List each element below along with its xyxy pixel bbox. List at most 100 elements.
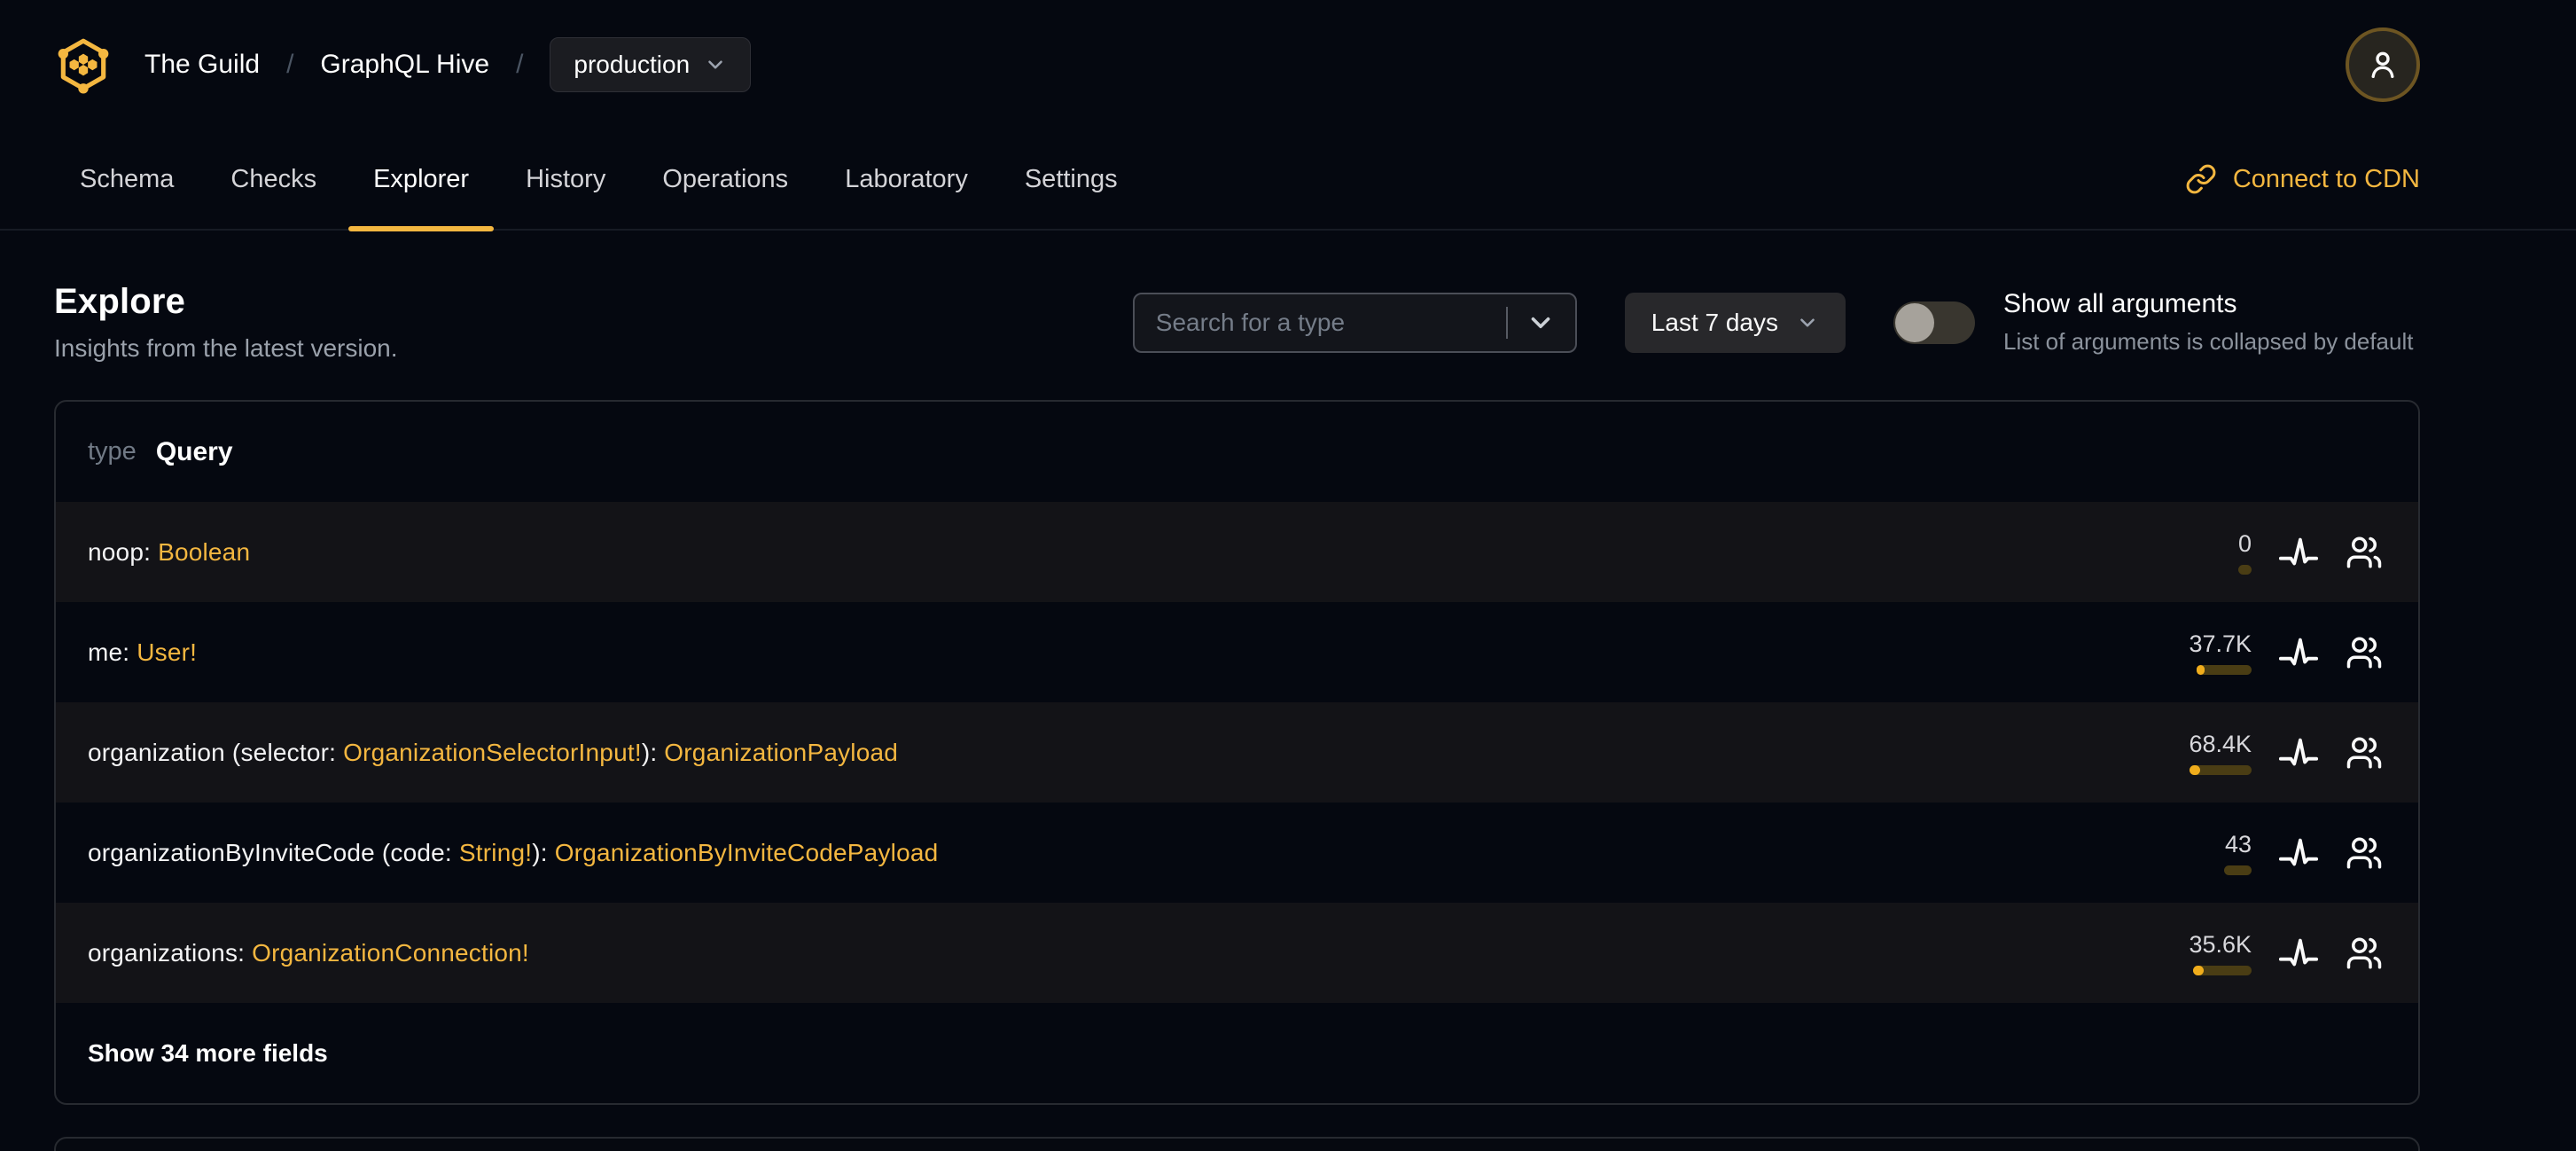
field-consumers-icon[interactable] [2346,935,2383,972]
breadcrumb-project[interactable]: GraphQL Hive [320,50,489,80]
field-row[interactable]: me: User! 37.7K [56,602,2418,702]
field-stats: 35.6K [2133,931,2383,975]
arg-name: selector: [240,738,344,766]
main-content: Explore Insights from the latest version… [54,231,2420,1151]
tab-label: Operations [662,164,789,193]
usage-bar [2238,564,2252,575]
type-search-input[interactable] [1134,294,1575,351]
usage-bar [2190,764,2252,775]
tab-explorer[interactable]: Explorer [348,129,495,231]
field-name: organizations: [88,938,253,967]
usage-bar-fill [2190,764,2200,775]
field-name: noop: [88,537,159,566]
breadcrumb-separator: / [516,50,524,79]
breadcrumb-separator: / [286,50,294,79]
usage-bar-fill [2193,965,2204,975]
toggle-labels: Show all arguments List of arguments is … [2003,289,2420,356]
field-signature: me: User! [88,638,197,667]
tab-operations[interactable]: Operations [662,129,788,229]
arg-type: OrganizationSelectorInput! [343,738,642,766]
field-consumers-icon[interactable] [2346,534,2383,571]
page-heading: Explore Insights from the latest version… [54,282,398,363]
tab-laboratory[interactable]: Laboratory [845,129,968,229]
tab-label: History [526,164,606,193]
field-consumers-icon[interactable] [2346,834,2383,872]
field-signature: organizationByInviteCode (code: String!)… [88,839,938,867]
chevron-down-icon [708,60,722,69]
period-select[interactable]: Last 7 days [1624,292,1846,353]
field-stats: 37.7K [2133,630,2383,675]
usage-bar [2193,965,2252,975]
field-signature: organization (selector: OrganizationSele… [88,739,898,767]
field-list: noop: Boolean 0 me: User! 37.7K organiza… [56,502,2418,1003]
field-activity-icon[interactable] [2278,532,2319,573]
field-usage-metric: 37.7K [2133,630,2252,675]
breadcrumb-org[interactable]: The Guild [144,50,260,80]
field-name: me: [88,638,137,666]
toggle-knob [1895,302,1934,342]
period-select-value: Last 7 days [1651,308,1778,336]
tab-label: Checks [230,164,317,193]
type-search-combobox [1132,292,1577,353]
user-avatar[interactable] [2346,27,2420,102]
usage-bar-fill [2197,664,2205,675]
top-bar: The Guild / GraphQL Hive / production [0,0,2576,129]
field-name: organization ( [88,738,241,766]
search-divider [1505,306,1508,339]
tab-checks[interactable]: Checks [230,129,316,229]
target-selector[interactable]: production [550,37,752,92]
toggle-title: Show all arguments [2003,289,2237,318]
field-signature: noop: Boolean [88,538,250,567]
field-return-type: OrganizationByInviteCodePayload [554,838,939,866]
tab-history[interactable]: History [526,129,605,229]
arg-type: String! [458,838,533,866]
tab-label: Settings [1024,164,1118,193]
person-icon [2371,51,2394,79]
show-all-arguments-toggle[interactable] [1893,301,1975,344]
field-stats: 43 [2133,831,2383,875]
field-row[interactable]: organizations: OrganizationConnection! 3… [56,903,2418,1003]
field-row[interactable]: organizationByInviteCode (code: String!)… [56,803,2418,903]
field-return-type: OrganizationConnection! [252,938,529,967]
field-consumers-icon[interactable] [2346,634,2383,671]
chevron-down-icon [1800,317,1815,327]
tab-label: Explorer [373,164,470,193]
search-chevron-down-icon[interactable] [1526,308,1556,338]
type-card-header: type Query [56,402,2418,502]
tab-settings[interactable]: Settings [1025,129,1118,229]
request-count: 43 [2224,830,2252,857]
field-row[interactable]: noop: Boolean 0 [56,502,2418,602]
connect-to-cdn-label: Connect to CDN [2232,164,2420,193]
request-count: 68.4K [2189,730,2252,757]
field-activity-icon[interactable] [2278,732,2319,773]
show-more-fields-button[interactable]: Show 34 more fields [56,1003,2418,1103]
next-type-card-stub [54,1137,2420,1151]
tab-label: Laboratory [845,164,968,193]
target-selector-value: production [574,51,691,78]
field-row[interactable]: organization (selector: OrganizationSele… [56,702,2418,803]
field-usage-metric: 68.4K [2133,731,2252,775]
field-activity-icon[interactable] [2278,833,2319,873]
field-activity-icon[interactable] [2278,933,2319,974]
field-return-type: Boolean [158,537,251,566]
tab-list: Schema Checks Explorer History Operation… [80,129,1118,231]
tab-schema[interactable]: Schema [80,129,174,229]
connect-to-cdn-button[interactable]: Connect to CDN [2185,163,2420,195]
link-icon [2186,164,2216,194]
args-close: ): [641,738,665,766]
request-count: 35.6K [2189,930,2252,958]
field-consumers-icon[interactable] [2346,734,2383,771]
field-signature: organizations: OrganizationConnection! [88,939,529,967]
field-usage-metric: 43 [2133,831,2252,875]
hive-logo-icon[interactable] [54,35,113,94]
arg-name: code: [390,838,459,866]
usage-bar [2197,664,2252,675]
request-count: 37.7K [2189,630,2252,657]
page-subtitle: Insights from the latest version. [54,334,398,362]
explorer-controls: Last 7 days Show all arguments List of a… [1132,289,2420,356]
field-stats: 0 [2133,530,2383,575]
active-tab-underline [348,226,495,231]
field-name: organizationByInviteCode ( [88,838,391,866]
type-kind-label: type [88,437,137,466]
field-activity-icon[interactable] [2278,632,2319,673]
